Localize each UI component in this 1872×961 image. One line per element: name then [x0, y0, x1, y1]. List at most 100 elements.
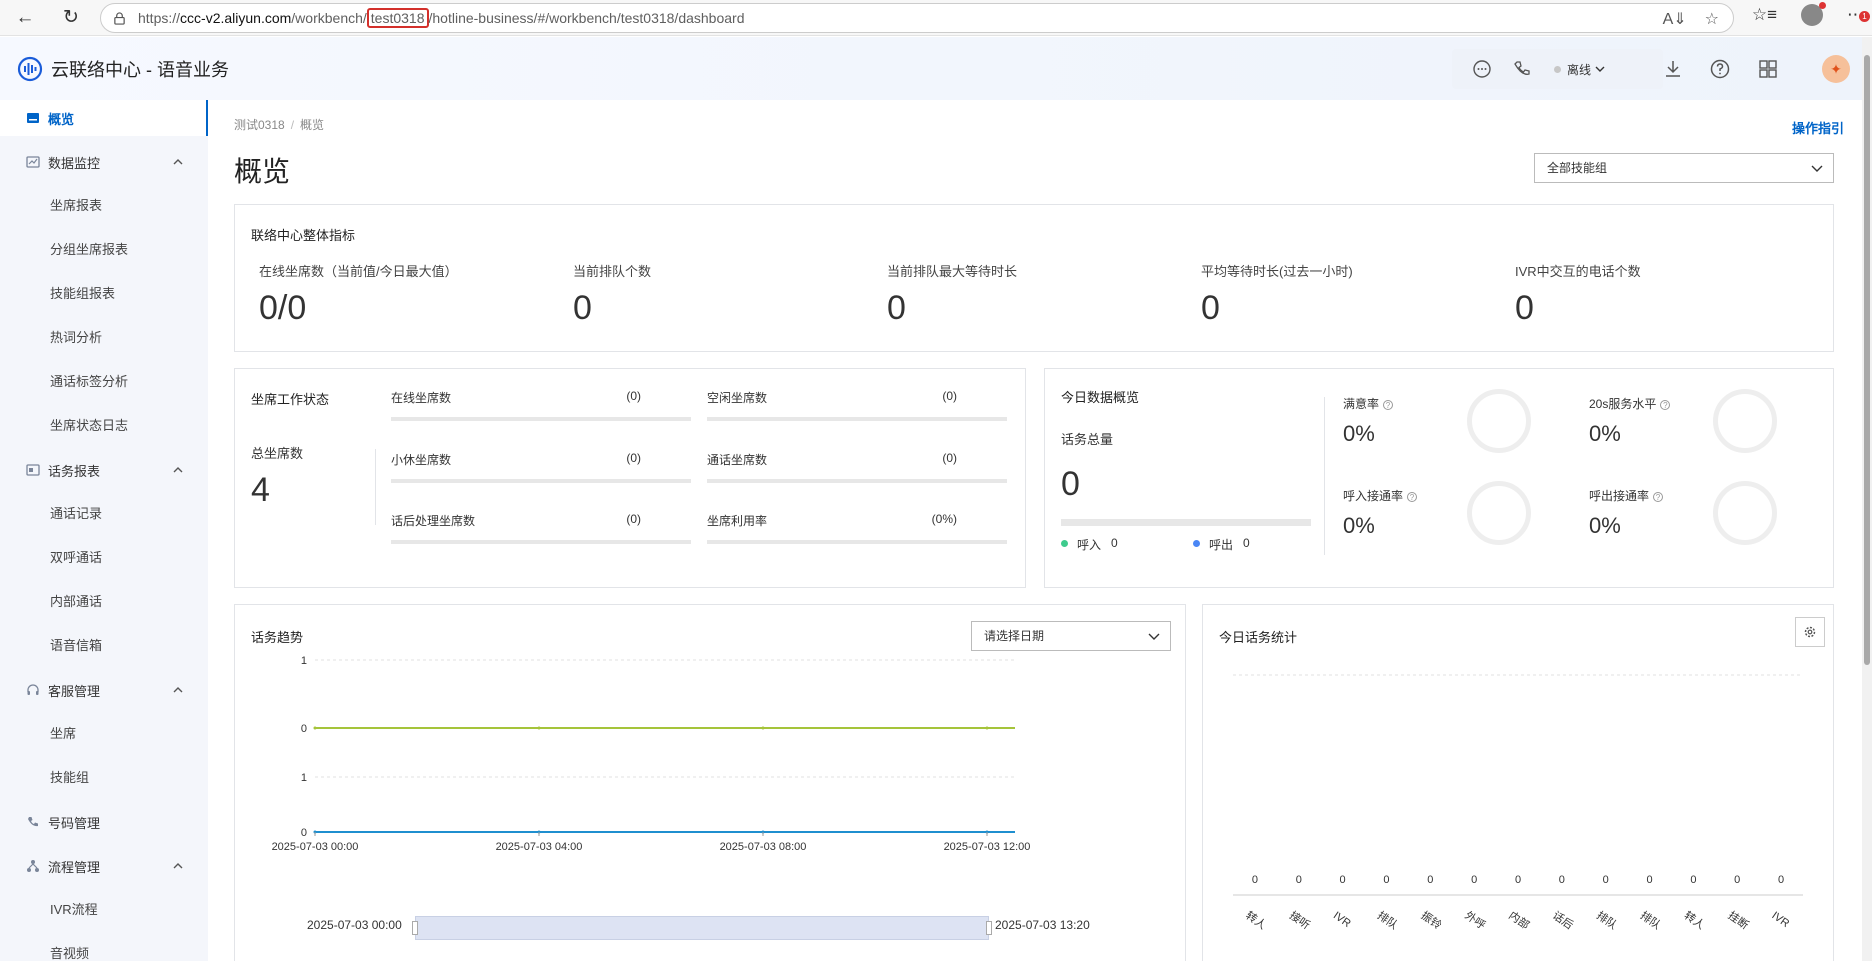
sidebar-item-skill-group-report[interactable]: 技能组报表	[50, 276, 115, 312]
favorites-icon[interactable]: ☆≡	[1752, 5, 1777, 25]
profile-avatar[interactable]	[1801, 2, 1826, 26]
sidebar-item-dual-call[interactable]: 双呼通话	[50, 540, 102, 576]
metric-label: 当前排队最大等待时长	[887, 264, 1018, 279]
favorite-star-icon[interactable]: ☆	[1705, 9, 1719, 29]
chevron-down-icon[interactable]	[1595, 65, 1605, 73]
metric-label: 平均等待时长(过去一小时)	[1201, 264, 1353, 279]
progress-track	[707, 417, 1007, 421]
y-tick-label: 1	[301, 655, 307, 667]
download-icon[interactable]	[1662, 58, 1684, 80]
phone-icon	[28, 817, 38, 827]
bar-value-label: 0	[1383, 874, 1389, 886]
bar-value-label: 0	[1690, 874, 1696, 886]
more-menu-icon[interactable]: ⋯ 1	[1847, 5, 1870, 25]
main-content: 测试0318/概览 操作指引 概览 全部技能组 联络中心整体指标 在线坐席数（当…	[208, 100, 1862, 961]
status-label: 空闲坐席数	[707, 391, 768, 405]
operation-guide-link[interactable]: 操作指引	[1792, 118, 1844, 137]
sidebar-group-flow-mgmt[interactable]: 流程管理	[0, 848, 208, 884]
address-bar[interactable]: https://ccc-v2.aliyun.com/workbench/test…	[100, 3, 1734, 33]
agent-toolbar: 离线	[1452, 49, 1663, 89]
data-point	[761, 726, 765, 730]
divider	[375, 449, 376, 525]
help-icon[interactable]: ?	[1660, 399, 1671, 410]
progress-track	[391, 479, 691, 483]
range-slider[interactable]	[412, 916, 992, 940]
chevron-up-icon[interactable]	[172, 464, 184, 476]
progress-track	[391, 417, 691, 421]
scrollbar-thumb[interactable]	[1864, 55, 1870, 665]
sidebar-group-traffic-report[interactable]: 话务报表	[0, 452, 208, 488]
y-tick-label: 0	[301, 827, 307, 839]
metric-value: 0	[1515, 289, 1534, 327]
sidebar-group-service-mgmt[interactable]: 客服管理	[0, 672, 208, 708]
sidebar-item-hotword-analysis[interactable]: 热词分析	[50, 320, 102, 356]
sidebar-item-audio-video[interactable]: 音视频	[50, 936, 89, 961]
x-tick-label: 排队	[1638, 908, 1664, 932]
bar-value-label: 0	[1559, 874, 1565, 886]
agent-status-card: 坐席工作状态 总坐席数 4 在线坐席数 (0) 空闲坐席数 (0) 小休坐席数 …	[234, 368, 1026, 588]
sidebar-item-call-records[interactable]: 通话记录	[50, 496, 102, 532]
help-icon[interactable]: ?	[1653, 491, 1664, 502]
rate-ring	[1713, 481, 1777, 545]
sidebar-item-group-agent-report[interactable]: 分组坐席报表	[50, 232, 128, 268]
help-icon[interactable]: ?	[1407, 491, 1418, 502]
read-aloud-icon[interactable]: A⇓	[1663, 9, 1687, 29]
card-title: 今日话务统计	[1219, 630, 1298, 645]
sidebar-item-call-tag-analysis[interactable]: 通话标签分析	[50, 364, 128, 400]
data-point	[985, 726, 989, 730]
bar-value-label: 0	[1427, 874, 1433, 886]
apps-grid-icon[interactable]	[1757, 58, 1779, 80]
help-icon[interactable]: ?	[1383, 399, 1394, 410]
help-icon[interactable]	[1709, 58, 1731, 80]
rate-ring	[1713, 389, 1777, 453]
sidebar-group-data-monitor[interactable]: 数据监控	[0, 144, 208, 180]
chevron-up-icon[interactable]	[172, 684, 184, 696]
rate-value: 0%	[1589, 421, 1621, 446]
y-tick-label: 0	[301, 723, 307, 735]
page-scrollbar[interactable]	[1862, 37, 1872, 961]
x-tick-label: 2025-07-03 04:00	[496, 841, 583, 853]
sidebar-item-ivr-flow[interactable]: IVR流程	[50, 892, 98, 928]
breadcrumb: 测试0318/概览	[234, 118, 325, 132]
trend-line-chart: 1 0 1 0 2025-07-03 00:00 2025-07-03 04:00 2025…	[272, 655, 1031, 853]
x-tick-label: IVR	[1331, 910, 1353, 930]
user-avatar[interactable]: ✦	[1822, 55, 1850, 83]
gear-icon	[1804, 626, 1816, 638]
breadcrumb-root[interactable]: 测试0318	[234, 118, 285, 132]
rate-label: 呼出接通率?	[1589, 487, 1664, 504]
agent-status-dropdown[interactable]: 离线	[1567, 61, 1591, 78]
sidebar-item-internal-call[interactable]: 内部通话	[50, 584, 102, 620]
phone-call-icon[interactable]	[1512, 59, 1532, 79]
chevron-up-icon[interactable]	[172, 860, 184, 872]
rate-label: 满意率?	[1343, 395, 1394, 412]
range-handle-left[interactable]	[412, 921, 418, 935]
rate-value: 0%	[1343, 513, 1375, 538]
chevron-up-icon[interactable]	[172, 156, 184, 168]
today-stats-bar-chart: 0 转人 0 接听 0 IVR 0 排队 0 振铃 0 外呼 0 内部 0 话后 0 排队 0 排队 0 转人 0 挂断 0 IV…	[1233, 674, 1803, 932]
sidebar-item-number-mgmt[interactable]: 号码管理	[0, 804, 208, 840]
metric-value: 0/0	[259, 289, 307, 327]
back-icon[interactable]: ←	[10, 3, 40, 33]
inbound-value: 0	[1111, 536, 1118, 550]
status-value: (0)	[626, 451, 641, 465]
breadcrumb-current: 概览	[300, 118, 325, 132]
skill-group-select[interactable]: 全部技能组	[1534, 153, 1834, 183]
sidebar-item-voicemail[interactable]: 语音信箱	[50, 628, 102, 664]
sidebar-item-agents[interactable]: 坐席	[50, 716, 76, 752]
reload-icon[interactable]: ↻	[56, 3, 86, 33]
status-label: 小休坐席数	[391, 453, 452, 467]
data-point	[537, 726, 541, 730]
sidebar-item-agent-status-log[interactable]: 坐席状态日志	[50, 408, 128, 444]
lock-icon	[114, 11, 125, 25]
sidebar-item-overview[interactable]: 概览	[0, 100, 208, 136]
settings-button[interactable]	[1795, 617, 1825, 647]
divider	[1324, 397, 1325, 555]
x-tick-label: 话后	[1550, 909, 1575, 932]
sidebar-item-agent-report[interactable]: 坐席报表	[50, 188, 102, 224]
sidebar-item-skill-groups[interactable]: 技能组	[50, 760, 89, 796]
chat-icon[interactable]	[1472, 59, 1492, 79]
metric-label: 在线坐席数（当前值/今日最大值）	[259, 264, 458, 279]
metric-value: 0	[1201, 289, 1220, 327]
range-handle-right[interactable]	[986, 921, 992, 935]
rate-label: 20s服务水平?	[1589, 395, 1671, 412]
